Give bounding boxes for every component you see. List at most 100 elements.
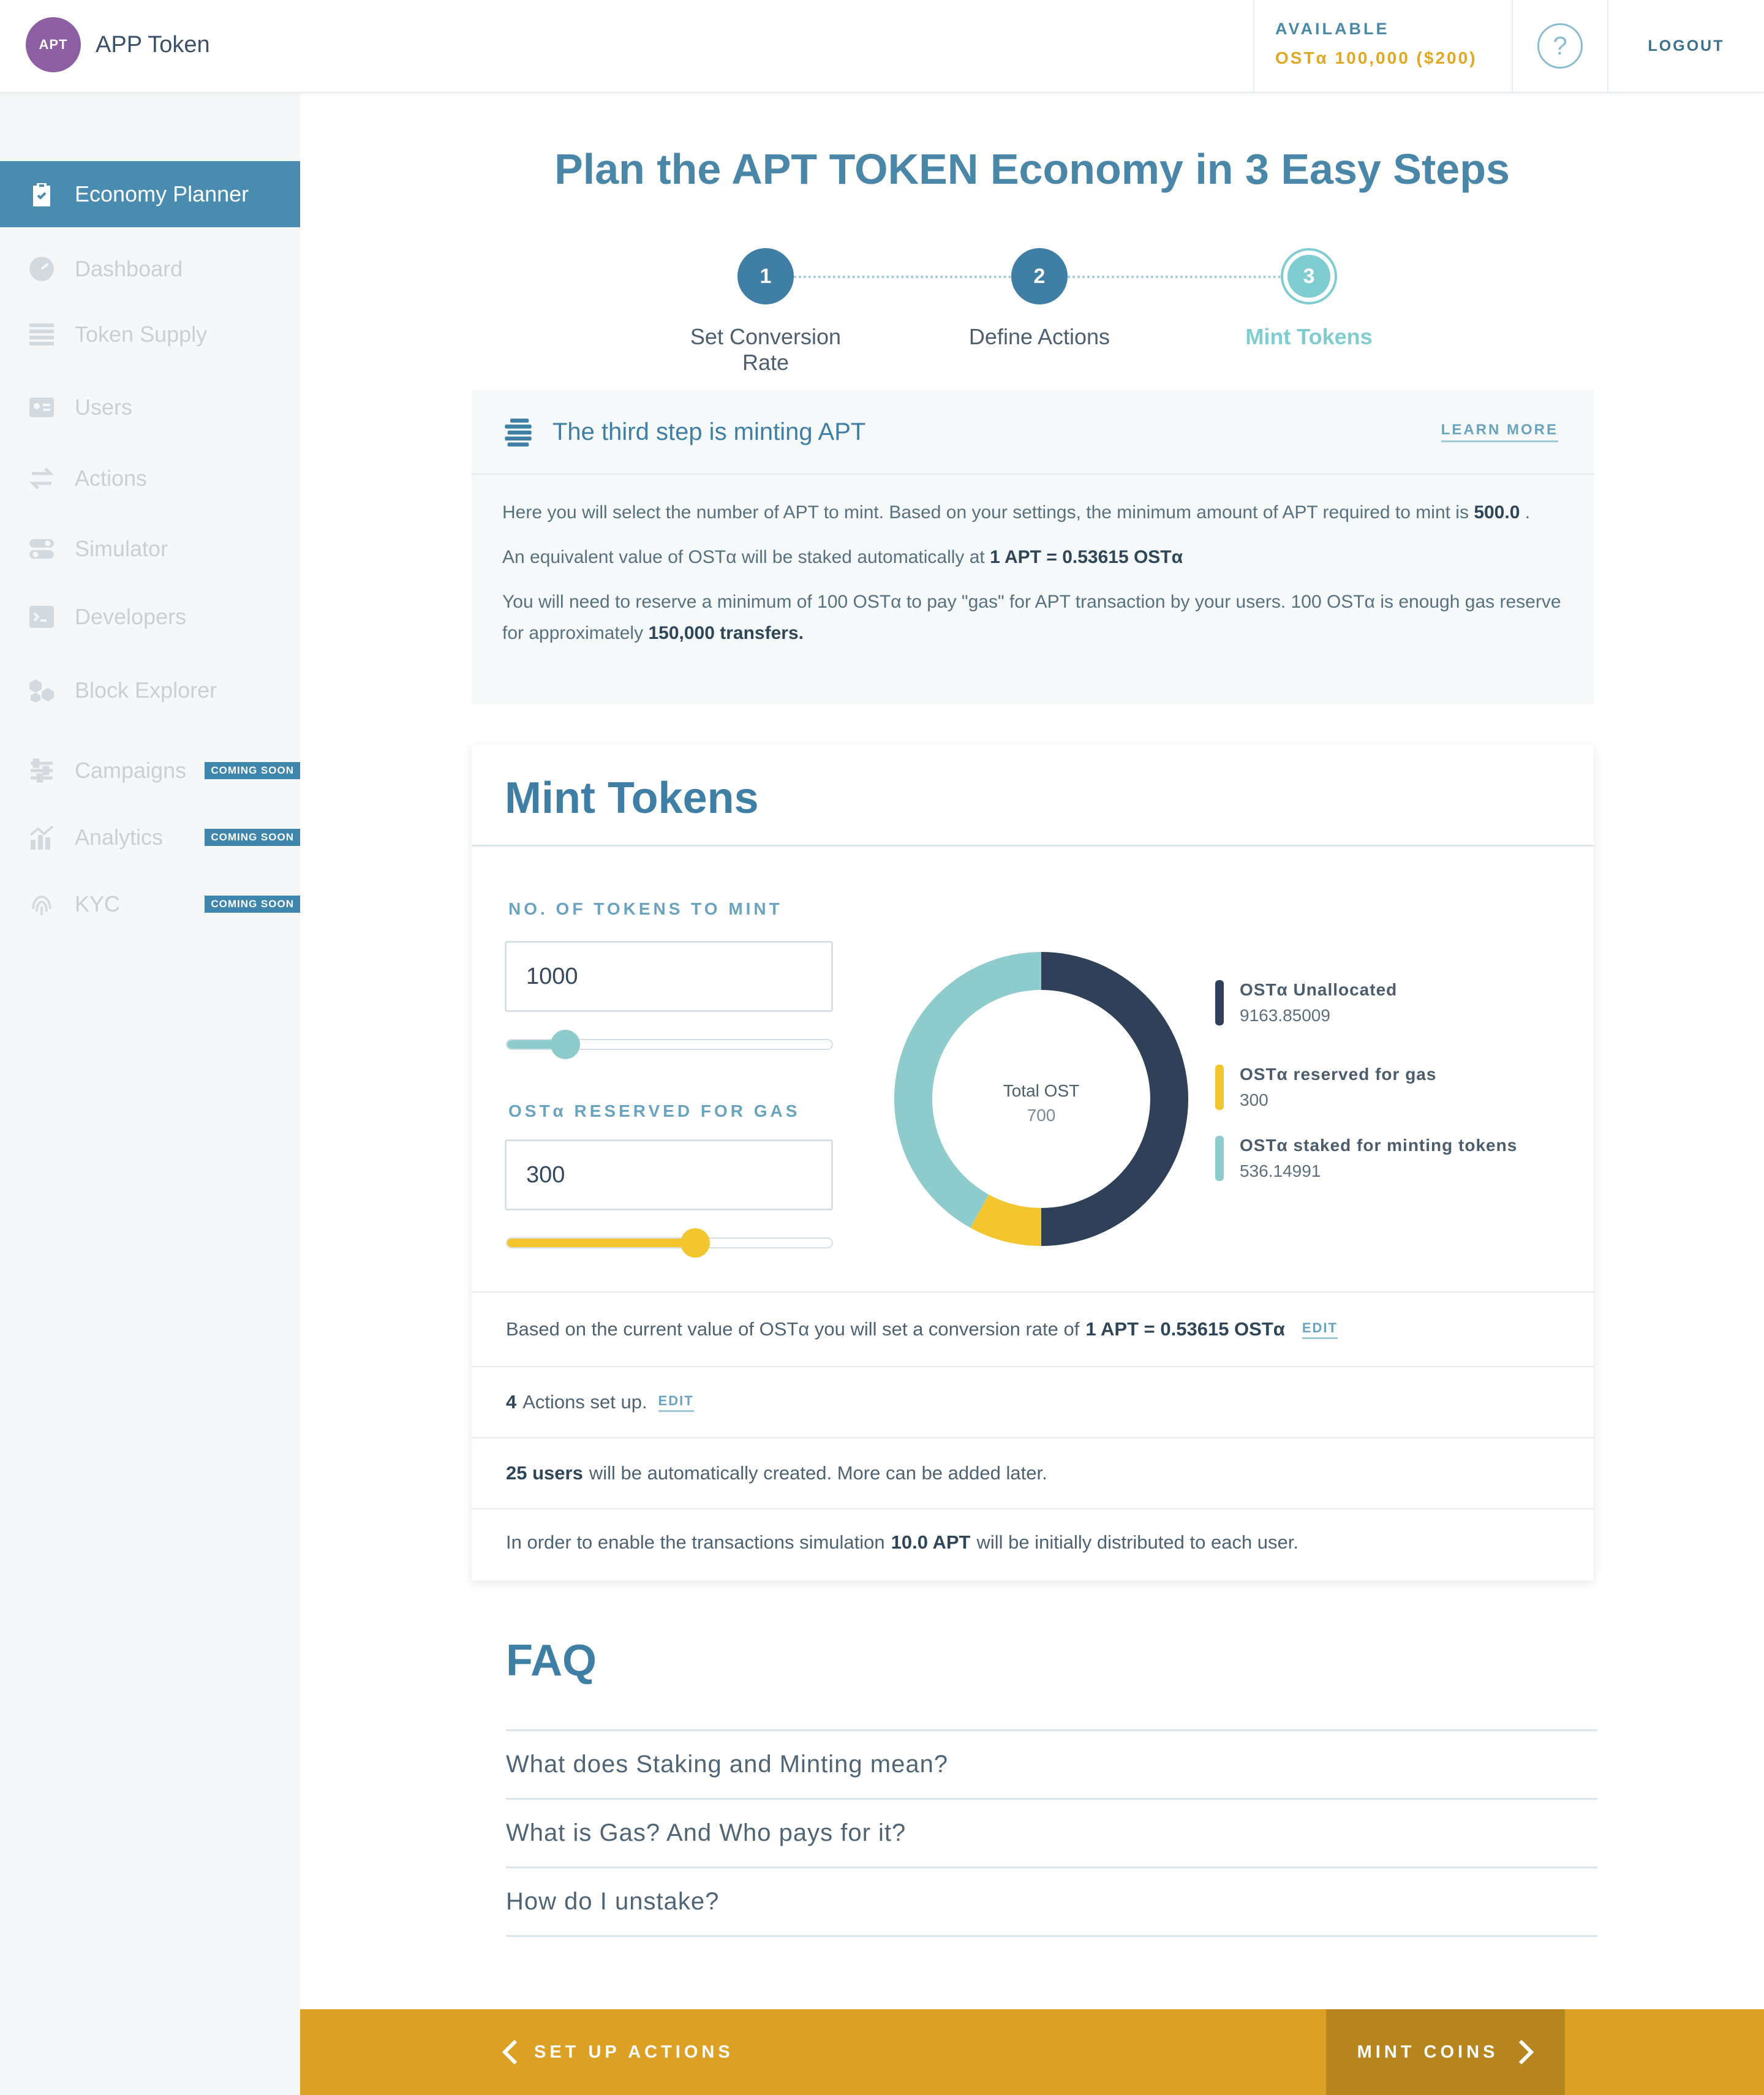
coming-soon-badge: COMING SOON xyxy=(205,762,300,779)
sidebar: Economy Planner Dashboard Token Supply U… xyxy=(0,93,300,2095)
info-text: . xyxy=(1525,502,1531,523)
gas-slider[interactable] xyxy=(506,1228,833,1258)
info-text: An equivalent value of OSTα will be stak… xyxy=(502,547,985,567)
faq-item[interactable]: What is Gas? And Who pays for it? xyxy=(506,1798,1597,1867)
step-3-label[interactable]: Mint Tokens xyxy=(1211,324,1407,350)
step-2-label[interactable]: Define Actions xyxy=(941,324,1137,350)
sidebar-item-developers[interactable]: Developers xyxy=(0,584,300,650)
back-button[interactable]: SET UP ACTIONS xyxy=(502,2009,734,2095)
speedometer-icon xyxy=(26,253,58,285)
sidebar-item-kyc[interactable]: KYC COMING SOON xyxy=(0,871,300,937)
terminal-icon xyxy=(26,601,58,633)
step-connector xyxy=(1068,276,1281,278)
info-body: Here you will select the number of APT t… xyxy=(472,475,1594,649)
sidebar-item-label: KYC xyxy=(75,891,121,916)
sidebar-item-dashboard[interactable]: Dashboard xyxy=(0,236,300,302)
sidebar-item-simulator[interactable]: Simulator xyxy=(0,516,300,582)
summary-strong: 4 xyxy=(506,1391,517,1413)
legend-unallocated: OSTα Unallocated 9163.85009 xyxy=(1215,980,1397,1025)
logout-button[interactable]: LOGOUT xyxy=(1608,0,1764,92)
fingerprint-icon xyxy=(26,888,58,920)
summary-text: Actions set up. xyxy=(522,1391,647,1413)
legend-name: OSTα reserved for gas xyxy=(1240,1065,1437,1084)
sidebar-item-label: Simulator xyxy=(75,536,168,561)
tokens-to-mint-input[interactable]: 1000 xyxy=(505,941,833,1012)
mint-coins-label: MINT COINS xyxy=(1357,2042,1499,2062)
coming-soon-badge: COMING SOON xyxy=(205,896,300,913)
donut-center-label: Total OST xyxy=(1003,1081,1079,1100)
slider-thumb[interactable] xyxy=(551,1030,581,1059)
coins-stack-icon xyxy=(502,416,534,448)
summary-actions-row: 4 Actions set up. EDIT xyxy=(472,1366,1594,1437)
app-name: APP Token xyxy=(96,31,210,58)
mint-card-title: Mint Tokens xyxy=(472,745,1594,847)
step-3-dot[interactable]: 3 xyxy=(1281,248,1337,304)
sidebar-item-label: Analytics xyxy=(75,825,164,850)
page-title: Plan the APT TOKEN Economy in 3 Easy Ste… xyxy=(554,145,1510,193)
summary-text: Based on the current value of OSTα you w… xyxy=(506,1318,1080,1340)
transfers-value: 150,000 transfers. xyxy=(648,623,804,643)
mint-coins-button[interactable]: MINT COINS xyxy=(1326,2009,1565,2095)
step-2-dot[interactable]: 2 xyxy=(1011,248,1068,304)
sidebar-item-token-supply[interactable]: Token Supply xyxy=(0,301,300,368)
sidebar-item-economy-planner[interactable]: Economy Planner xyxy=(0,161,300,227)
faq-item[interactable]: How do I unstake? xyxy=(506,1867,1597,1935)
step-connector xyxy=(794,276,1011,278)
slider-thumb[interactable] xyxy=(680,1228,710,1258)
app-avatar: APT xyxy=(26,17,81,72)
learn-more-link[interactable]: LEARN MORE xyxy=(1441,421,1558,442)
sliders-icon xyxy=(26,755,58,787)
sidebar-item-label: Developers xyxy=(75,604,187,629)
step-3-number: 3 xyxy=(1287,255,1330,298)
balance-value: OSTα 100,000 ($200) xyxy=(1275,48,1477,67)
step-progress: 1 2 3 Set Conversion Rate Define Actions… xyxy=(612,248,1409,375)
legend-staked: OSTα staked for minting tokens 536.14991 xyxy=(1215,1136,1517,1181)
sidebar-item-block-explorer[interactable]: Block Explorer xyxy=(0,657,300,723)
sidebar-item-users[interactable]: Users xyxy=(0,374,300,440)
ost-donut-chart: Total OST 700 xyxy=(894,952,1188,1246)
sidebar-item-label: Campaigns xyxy=(75,758,187,783)
sidebar-item-label: Dashboard xyxy=(75,256,183,281)
chevron-right-icon xyxy=(1519,2039,1534,2065)
help-icon: ? xyxy=(1537,23,1583,69)
summary-strong: 10.0 APT xyxy=(891,1531,971,1553)
gas-reserve-input[interactable]: 300 xyxy=(505,1139,833,1210)
help-button[interactable]: ? xyxy=(1513,0,1608,92)
tokens-slider[interactable] xyxy=(506,1030,833,1059)
info-paragraph: You will need to reserve a minimum of 10… xyxy=(502,586,1563,649)
donut-center-value: 700 xyxy=(1027,1106,1056,1125)
faq-title: FAQ xyxy=(506,1636,597,1685)
back-button-label: SET UP ACTIONS xyxy=(534,2042,734,2062)
summary-text: In order to enable the transactions simu… xyxy=(506,1531,885,1553)
faq-item[interactable]: What does Staking and Minting mean? xyxy=(506,1729,1597,1798)
sidebar-item-label: Users xyxy=(75,394,133,420)
summary-conversion-row: Based on the current value of OSTα you w… xyxy=(472,1291,1594,1366)
legend-swatch xyxy=(1215,980,1224,1025)
info-paragraph: Here you will select the number of APT t… xyxy=(502,497,1563,528)
swap-arrows-icon xyxy=(26,462,58,494)
legend-value: 9163.85009 xyxy=(1240,1006,1330,1025)
top-header: APT APP Token AVAILABLE OSTα 100,000 ($2… xyxy=(0,0,1764,93)
step-1-label[interactable]: Set Conversion Rate xyxy=(668,324,864,376)
summary-strong: 1 APT = 0.53615 OSTα xyxy=(1085,1318,1285,1340)
sidebar-item-campaigns[interactable]: Campaigns COMING SOON xyxy=(0,738,300,804)
edit-conversion-link[interactable]: EDIT xyxy=(1302,1320,1338,1339)
sidebar-item-label: Economy Planner xyxy=(75,181,249,206)
legend-swatch xyxy=(1215,1065,1224,1110)
sidebar-item-label: Token Supply xyxy=(75,322,208,347)
slider-fill xyxy=(507,1239,696,1247)
step-1-dot[interactable]: 1 xyxy=(737,248,794,304)
legend-swatch xyxy=(1215,1136,1224,1181)
sidebar-item-actions[interactable]: Actions xyxy=(0,445,300,511)
id-card-icon xyxy=(26,391,58,423)
info-panel: The third step is minting APT LEARN MORE… xyxy=(472,390,1594,704)
summary-distribution-row: In order to enable the transactions simu… xyxy=(472,1508,1594,1576)
edit-actions-link[interactable]: EDIT xyxy=(658,1393,694,1412)
info-text: Here you will select the number of APT t… xyxy=(502,502,1469,523)
legend-name: OSTα Unallocated xyxy=(1240,980,1398,999)
chevron-left-icon xyxy=(502,2039,518,2065)
brand[interactable]: APT APP Token xyxy=(26,17,210,72)
sidebar-item-analytics[interactable]: Analytics COMING SOON xyxy=(0,804,300,870)
info-paragraph: An equivalent value of OSTα will be stak… xyxy=(502,542,1563,573)
legend-value: 536.14991 xyxy=(1240,1161,1321,1180)
